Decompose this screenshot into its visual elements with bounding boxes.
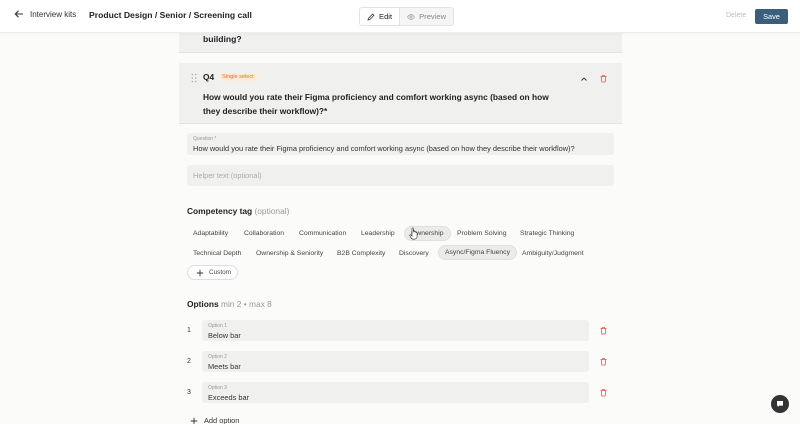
helper-text-input[interactable]: Helper text (optional) [187,165,614,186]
tag-chip[interactable]: Collaboration [238,226,290,241]
preview-tab[interactable]: Preview [400,8,453,25]
question-title: How would you rate their Figma proficien… [203,92,549,116]
drag-handle-icon[interactable] [191,73,197,83]
option-label: Option 1 [208,323,227,329]
option-label: Option 3 [208,385,227,391]
option-value: Exceeds bar [208,393,250,402]
tag-chip-selected[interactable]: Async/Figma Fluency [438,245,517,260]
tag-chip[interactable]: Discovery [393,246,435,261]
plus-icon [196,269,204,276]
option-index: 2 [187,358,191,365]
back-link-label: Interview kits [30,9,77,19]
question-number: Q4 [203,72,215,82]
question-type-badge: Single select [219,73,257,81]
eye-icon [407,13,416,20]
chat-button[interactable] [771,395,789,413]
helper-text-placeholder: Helper text (optional) [193,171,262,180]
preview-tab-label: Preview [419,12,447,21]
option-value: Below bar [208,331,241,340]
question-card-header: Q4 Single select How would you rate thei… [179,63,622,124]
option-index: 3 [187,389,191,396]
option-input[interactable]: Option 2 Meets bar [202,351,589,372]
tag-chip[interactable]: Problem Solving [451,226,513,241]
page-title: Product Design / Senior / Screening call [89,10,252,20]
competency-heading: Competency tag (optional) [187,206,289,216]
trash-icon[interactable] [599,74,608,83]
option-index: 1 [187,327,191,334]
delete-button[interactable]: Delete [726,12,746,19]
arrow-left-icon [14,10,23,18]
top-bar: Interview kits Product Design / Senior /… [0,0,800,33]
competency-heading-label: Competency tag [187,206,253,216]
option-input[interactable]: Option 3 Exceeds bar [202,382,589,403]
chat-bubble-icon [777,401,783,407]
trash-icon[interactable] [599,357,608,366]
option-label: Option 2 [208,354,227,360]
previous-question-text: building? [203,34,242,44]
question-field-label: Question * [193,136,217,142]
options-heading-label: Options [187,299,219,309]
edit-tab[interactable]: Edit [360,8,401,25]
question-field-value: How would you rate their Figma proficien… [193,144,575,153]
edit-tab-label: Edit [379,12,393,21]
plus-icon [190,417,198,424]
add-option-button[interactable]: Add option [190,416,239,424]
options-constraint: min 2 • max 8 [220,299,272,309]
tag-chip[interactable]: Adaptability [187,226,234,241]
competency-heading-optional: (optional) [254,206,290,216]
save-button[interactable]: Save [755,9,788,24]
trash-icon[interactable] [599,326,608,335]
options-heading: Options min 2 • max 8 [187,299,272,309]
option-value: Meets bar [208,362,241,371]
chevron-up-icon[interactable] [580,75,588,83]
custom-tag-label: Custom [209,269,232,276]
tag-chip[interactable]: Communication [293,226,352,241]
add-custom-tag-button[interactable]: Custom [187,265,238,280]
tag-chip[interactable]: Ambiguity/Judgment [516,246,590,261]
tag-chip[interactable]: Ownership & Seniority [250,246,329,261]
question-field[interactable]: Question * How would you rate their Figm… [187,133,614,155]
pencil-icon [367,13,375,21]
add-option-label: Add option [204,416,240,424]
back-link[interactable]: Interview kits [14,9,76,19]
tag-chip[interactable]: Leadership [355,226,401,241]
mode-switch: Edit Preview [359,7,455,26]
option-input[interactable]: Option 1 Below bar [202,320,589,341]
hand-cursor-icon [409,227,418,240]
tag-chip[interactable]: B2B Complexity [331,246,391,261]
trash-icon[interactable] [599,388,608,397]
tag-chip[interactable]: Technical Depth [187,246,247,261]
tag-chip[interactable]: Strategic Thinking [514,226,580,241]
